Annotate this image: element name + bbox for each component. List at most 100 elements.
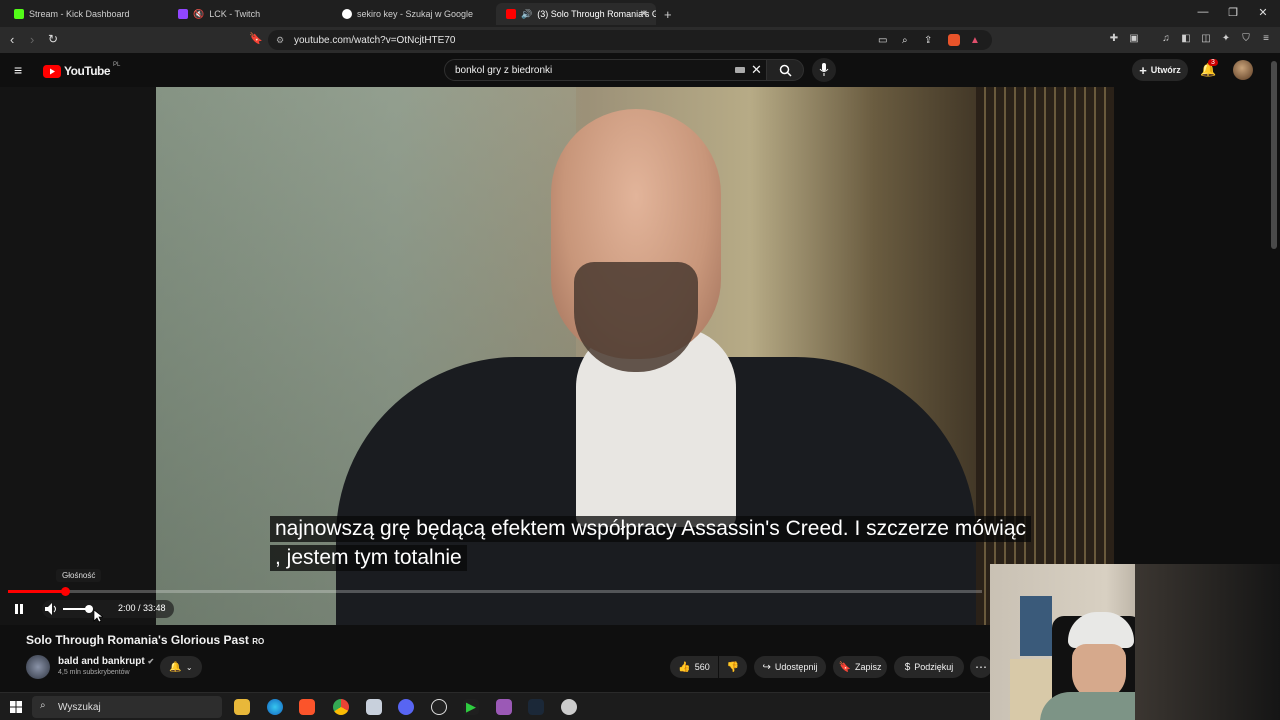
youtube-play-logo-icon [43, 64, 61, 78]
logo-text: YouTube [64, 64, 111, 78]
like-button[interactable]: 👍 560 [670, 656, 718, 678]
thumbs-up-icon: 👍 [678, 661, 691, 673]
create-label: Utwórz [1150, 65, 1181, 75]
mute-button[interactable] [44, 602, 58, 621]
cast-icon[interactable]: ▭ [878, 35, 887, 46]
windows-start-icon[interactable] [10, 701, 22, 713]
keyboard-icon[interactable] [735, 67, 745, 73]
video-player[interactable]: najnowszą grę będącą efektem współpracy … [0, 87, 1114, 625]
caption-line-2: , jestem tym totalnie [270, 545, 467, 571]
more-dots-icon: ⋯ [975, 660, 987, 674]
taskbar-search-placeholder: Wyszukaj [58, 701, 101, 713]
dislike-button[interactable]: 👎 [719, 656, 747, 678]
save-bookmark-icon: 🔖 [838, 661, 851, 673]
steam-icon[interactable] [528, 699, 544, 715]
avatar[interactable] [1233, 60, 1253, 80]
kick-icon [14, 9, 24, 19]
share-icon[interactable]: ⇪ [924, 35, 932, 46]
reload-icon[interactable]: ↻ [48, 32, 58, 46]
video-frame[interactable]: najnowszą grę będącą efektem współpracy … [156, 87, 1114, 625]
extensions-icon[interactable]: ✚ [1108, 33, 1120, 45]
microphone-icon [819, 63, 829, 76]
shield-icon[interactable]: ⛉ [1240, 33, 1252, 45]
menu-icon[interactable]: ≡ [1260, 33, 1272, 45]
tab-kick-dashboard[interactable]: Stream - Kick Dashboard [4, 3, 164, 25]
streamer-webcam [990, 564, 1280, 720]
volume-slider-knob[interactable] [85, 605, 93, 613]
wallet-icon[interactable]: ▣ [1128, 33, 1140, 45]
sidebar-icon[interactable]: ◧ [1180, 33, 1192, 45]
vpn-icon[interactable]: ◫ [1200, 33, 1212, 45]
chevron-down-icon: ⌄ [185, 662, 193, 672]
notifications-button[interactable]: 🔔 3 [1200, 59, 1218, 78]
twitch-icon [178, 9, 188, 19]
video-title: Solo Through Romania's Glorious Past RO [26, 633, 264, 647]
progress-bar-track[interactable] [8, 590, 982, 593]
browser-toolbar: ‹ › ↻ 🔖 ⚙ youtube.com/watch?v=OtNcjtHTE7… [0, 27, 1280, 53]
restore-icon[interactable]: ❐ [1226, 6, 1240, 19]
page-scrollbar[interactable] [1271, 61, 1277, 249]
audio-playing-icon[interactable]: 🔊 [521, 9, 532, 20]
voice-search-button[interactable] [812, 58, 836, 82]
tab-google[interactable]: sekiro key - Szukaj w Google [332, 3, 492, 25]
search-value: bonkol gry z biedronki [455, 64, 553, 76]
app-icon[interactable] [366, 699, 382, 715]
brave-icon[interactable] [299, 699, 315, 715]
pause-button[interactable] [12, 602, 26, 616]
tab-youtube-active[interactable]: 🔊 (3) Solo Through Romania's G ✕ [496, 3, 656, 25]
create-button[interactable]: + Utwórz [1132, 59, 1188, 81]
search-input[interactable]: bonkol gry z biedronki ✕ [444, 59, 768, 81]
address-bar[interactable]: ⚙ youtube.com/watch?v=OtNcjtHTE70 ▭ ⌕ ⇪ … [268, 30, 992, 50]
youtube-logo[interactable]: YouTube PL [43, 62, 121, 78]
zoom-icon[interactable]: ⌕ [902, 35, 908, 46]
play-app-icon[interactable]: ▶ [463, 699, 479, 715]
forward-icon[interactable]: › [30, 32, 34, 47]
more-actions-button[interactable]: ⋯ [970, 656, 992, 678]
youtube-icon [506, 9, 516, 19]
site-info-icon[interactable]: ⚙ [276, 35, 284, 46]
minimize-icon[interactable]: — [1196, 6, 1210, 18]
taskbar-search[interactable]: ⌕ Wyszukaj [32, 696, 222, 718]
brave-shields-icon[interactable] [948, 34, 960, 46]
edge-icon[interactable] [267, 699, 283, 715]
save-button[interactable]: 🔖 Zapisz [833, 656, 887, 678]
progress-scrubber[interactable] [61, 587, 70, 596]
file-explorer-icon[interactable] [234, 699, 250, 715]
share-button[interactable]: ↪ Udostępnij [754, 656, 826, 678]
windows-taskbar: ⌕ Wyszukaj ▶ [0, 692, 990, 720]
google-icon [342, 9, 352, 19]
chrome-icon[interactable] [333, 699, 349, 715]
search-button[interactable] [766, 59, 804, 81]
volume-tooltip: Głośność [56, 569, 102, 582]
media-icon[interactable]: ♫ [1160, 33, 1172, 45]
discord-icon[interactable] [398, 699, 414, 715]
thanks-button[interactable]: $ Podziękuj [894, 656, 964, 678]
bookmark-icon[interactable]: 🔖 [249, 32, 263, 45]
save-label: Zapisz [854, 662, 882, 672]
close-window-icon[interactable]: ✕ [1256, 6, 1270, 19]
new-tab-button[interactable]: + [660, 3, 680, 25]
channel-name[interactable]: bald and bankrupt ✔ [58, 656, 154, 667]
mouse-cursor-icon [93, 609, 103, 623]
tab-twitch[interactable]: 🔇 LCK - Twitch [168, 3, 328, 25]
obs-icon[interactable] [431, 699, 447, 715]
hamburger-menu-icon[interactable]: ≡ [14, 62, 22, 78]
brave-rewards-icon[interactable]: ▲ [970, 35, 980, 46]
search-icon: ⌕ [40, 700, 46, 711]
url-text: youtube.com/watch?v=OtNcjtHTE70 [294, 34, 456, 46]
channel-avatar[interactable] [26, 655, 50, 679]
notification-subscription-button[interactable]: 🔔 ⌄ [160, 656, 202, 678]
super-thanks-icon: $ [904, 661, 911, 673]
app2-icon[interactable] [496, 699, 512, 715]
region-code: PL [113, 62, 121, 68]
leo-icon[interactable]: ✦ [1220, 33, 1232, 45]
back-icon[interactable]: ‹ [10, 32, 14, 47]
channel-name-text: bald and bankrupt [58, 656, 145, 667]
share-arrow-icon: ↪ [762, 661, 771, 673]
app3-icon[interactable] [561, 699, 577, 715]
clear-search-icon[interactable]: ✕ [751, 62, 762, 78]
ornate-door [976, 87, 1114, 625]
tab-label: sekiro key - Szukaj w Google [357, 9, 474, 19]
close-tab-icon[interactable]: ✕ [640, 9, 648, 20]
muted-icon[interactable]: 🔇 [193, 9, 204, 20]
